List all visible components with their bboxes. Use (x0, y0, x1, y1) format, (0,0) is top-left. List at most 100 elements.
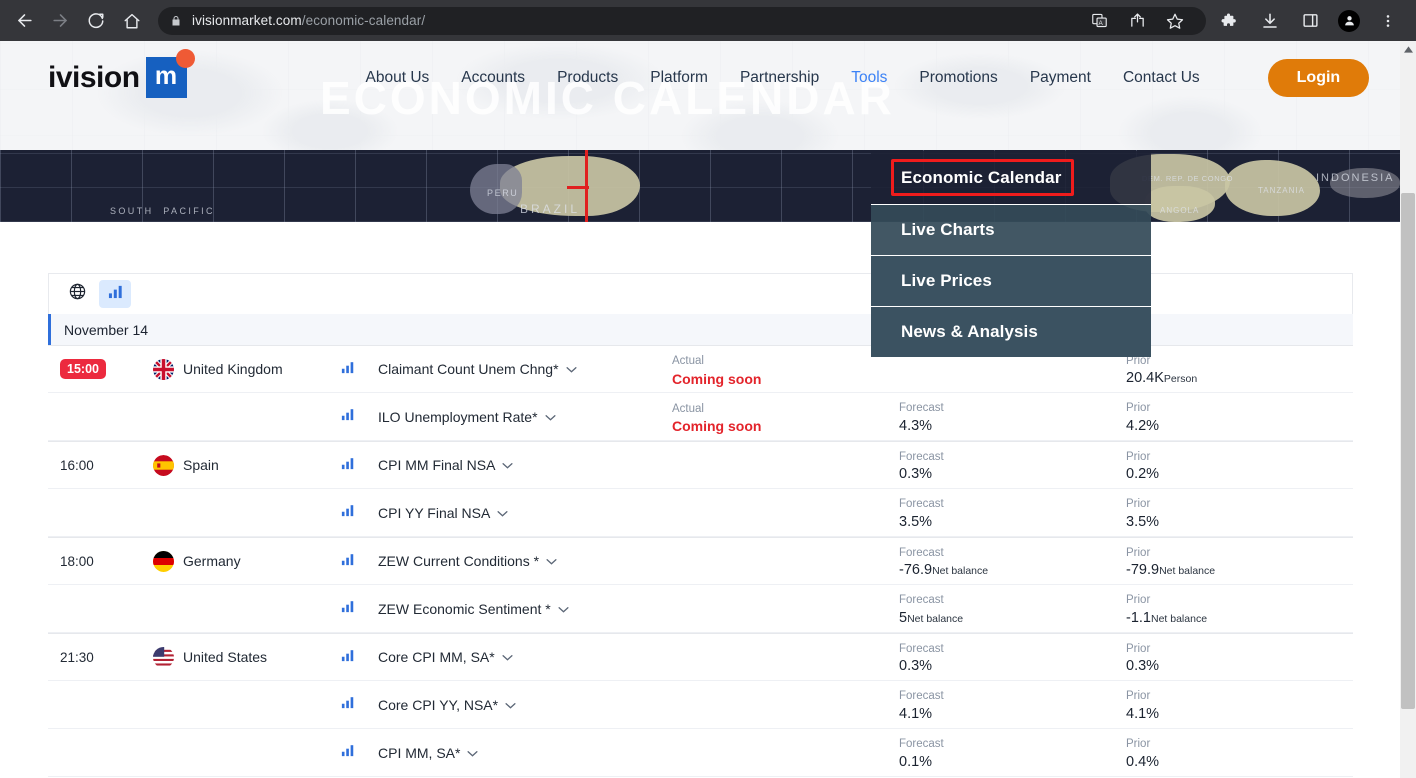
star-icon[interactable] (1165, 11, 1185, 31)
scrollbar-thumb[interactable] (1401, 193, 1415, 709)
cell-volatility (333, 585, 378, 632)
forward-button[interactable] (44, 5, 76, 37)
cell-country (153, 681, 333, 728)
time-badge: 15:00 (60, 358, 106, 380)
url-text: ivisionmarket.com/economic-calendar/ (192, 13, 426, 28)
table-row[interactable]: ZEW Economic Sentiment * Forecast 5Net bal… (48, 585, 1353, 633)
cell-prior: Prior 3.5% (1126, 489, 1353, 536)
chevron-down-icon[interactable] (546, 555, 557, 567)
translate-icon[interactable]: A (1089, 11, 1109, 31)
cell-forecast-label: Forecast (899, 738, 944, 751)
cell-forecast-value: 4.1% (899, 705, 933, 722)
cell-actual-value: Coming soon (672, 418, 762, 435)
chevron-down-icon[interactable] (545, 411, 556, 423)
cell-event[interactable]: Core CPI MM, SA* (378, 634, 672, 680)
table-row[interactable]: CPI MM, SA* Forecast 0.1% Prior 0.4% (48, 729, 1353, 777)
scrollbar-up-arrow[interactable] (1400, 41, 1416, 58)
calendar-view-globe-button[interactable] (61, 280, 93, 308)
puzzle-icon[interactable] (1220, 11, 1240, 31)
event-name: ILO Unemployment Rate* (378, 408, 538, 425)
download-icon[interactable] (1260, 11, 1280, 31)
table-row[interactable]: 15:00 United Kingdom Claimant Count Unem C… (48, 345, 1353, 393)
cell-event[interactable]: Claimant Count Unem Chng* (378, 346, 672, 392)
table-row[interactable]: 16:00 Spain CPI MM Final NSA Forecast 0.3% Pr… (48, 441, 1353, 489)
dropdown-item-label: News & Analysis (901, 322, 1038, 341)
cell-prior: Prior -1.1Net balance (1126, 585, 1353, 632)
cell-prior-label: Prior (1126, 690, 1151, 703)
bar-chart-icon (341, 360, 355, 379)
lock-icon (170, 14, 182, 28)
nav-item-tools[interactable]: Tools (835, 61, 903, 95)
cell-prior-label: Prior (1126, 450, 1151, 463)
calendar-view-impact-button[interactable] (99, 280, 131, 308)
nav-item-payment[interactable]: Payment (1014, 61, 1107, 95)
map-label-brazil: BRAZIL (520, 202, 581, 216)
cell-event[interactable]: Core CPI YY, NSA* (378, 681, 672, 728)
chevron-down-icon[interactable] (467, 747, 478, 759)
nav-item-products[interactable]: Products (541, 61, 634, 95)
logo-dot-icon (175, 49, 195, 68)
hero-map-banner: SOUTH PACIFIC PERU BRAZIL DEM. REP. DE C… (0, 150, 1400, 222)
nav-item-accounts[interactable]: Accounts (445, 61, 541, 95)
chevron-down-icon[interactable] (497, 507, 508, 519)
cell-forecast-value: 0.3% (899, 658, 933, 675)
chevron-down-icon[interactable] (566, 363, 577, 375)
cell-event[interactable]: CPI YY Final NSA (378, 489, 672, 536)
table-row[interactable]: CPI YY Final NSA Forecast 3.5% Prior 3.5% (48, 489, 1353, 537)
nav-item-platform[interactable]: Platform (634, 61, 724, 95)
chevron-down-icon[interactable] (505, 699, 516, 711)
nav-item-promotions[interactable]: Promotions (903, 61, 1013, 95)
cell-prior-value: 3.5% (1126, 513, 1160, 530)
cell-prior: Prior 20.4KPerson (1126, 346, 1353, 392)
nav-item-about-us[interactable]: About Us (350, 61, 446, 95)
chevron-down-icon[interactable] (502, 651, 513, 663)
home-button[interactable] (116, 5, 148, 37)
side-panel-icon[interactable] (1300, 11, 1320, 31)
logo-wordmark: ivision (48, 60, 140, 94)
share-icon[interactable] (1127, 11, 1147, 31)
login-button[interactable]: Login (1267, 58, 1370, 97)
dropdown-item-news-analysis[interactable]: News & Analysis (871, 306, 1151, 357)
reload-button[interactable] (80, 5, 112, 37)
calendar-toolbar (48, 273, 1353, 314)
dropdown-item-live-prices[interactable]: Live Prices (871, 255, 1151, 306)
nav-item-partnership[interactable]: Partnership (724, 61, 835, 95)
reload-icon (86, 11, 106, 31)
cell-time (48, 585, 153, 632)
site-logo[interactable]: ivision m (48, 49, 195, 98)
dropdown-item-economic-calendar[interactable]: Economic Calendar (871, 151, 1151, 204)
cell-forecast-unit: Net balance (907, 612, 964, 625)
cell-event[interactable]: CPI MM, SA* (378, 729, 672, 776)
cell-prior: Prior -79.9Net balance (1126, 538, 1353, 584)
cell-time: 15:00 (48, 346, 153, 392)
chevron-down-icon[interactable] (558, 603, 569, 615)
cell-event[interactable]: ZEW Current Conditions * (378, 538, 672, 584)
event-name: CPI MM, SA* (378, 744, 461, 761)
chevron-down-icon[interactable] (502, 459, 513, 471)
dropdown-item-live-charts[interactable]: Live Charts (871, 204, 1151, 255)
cell-actual-label: Actual (672, 402, 704, 415)
cell-event[interactable]: ZEW Economic Sentiment * (378, 585, 672, 632)
table-row[interactable]: Core CPI YY, NSA* Forecast 4.1% Prior 4.1% (48, 681, 1353, 729)
profile-avatar-icon[interactable] (1338, 9, 1360, 32)
cell-time: 21:30 (48, 634, 153, 680)
cell-event[interactable]: CPI MM Final NSA (378, 442, 672, 488)
page-scrollbar[interactable] (1400, 41, 1416, 778)
cell-event[interactable]: ILO Unemployment Rate* (378, 393, 672, 440)
cell-forecast-value: 4.3% (899, 417, 933, 434)
table-row[interactable]: ILO Unemployment Rate* Actual Coming soon F… (48, 393, 1353, 441)
back-button[interactable] (8, 5, 40, 37)
bar-chart-icon (341, 503, 355, 522)
table-row[interactable]: 21:30 United States Core CPI MM, SA* Foreca… (48, 633, 1353, 681)
nav-item-contact-us[interactable]: Contact Us (1107, 61, 1216, 95)
cell-forecast-label: Forecast (899, 690, 944, 703)
cell-forecast-label: Forecast (899, 402, 944, 415)
event-name: CPI YY Final NSA (378, 504, 491, 521)
map-label-south-pacific: SOUTH PACIFIC (110, 206, 215, 216)
cell-volatility (333, 442, 378, 488)
cell-forecast: Forecast 4.1% (899, 681, 1126, 728)
address-bar[interactable]: ivisionmarket.com/economic-calendar/ A (158, 6, 1206, 35)
table-row[interactable]: 18:00 Germany ZEW Current Conditions * Fore… (48, 537, 1353, 585)
country-name: United States (183, 649, 268, 665)
three-dot-menu-icon[interactable] (1378, 11, 1398, 31)
